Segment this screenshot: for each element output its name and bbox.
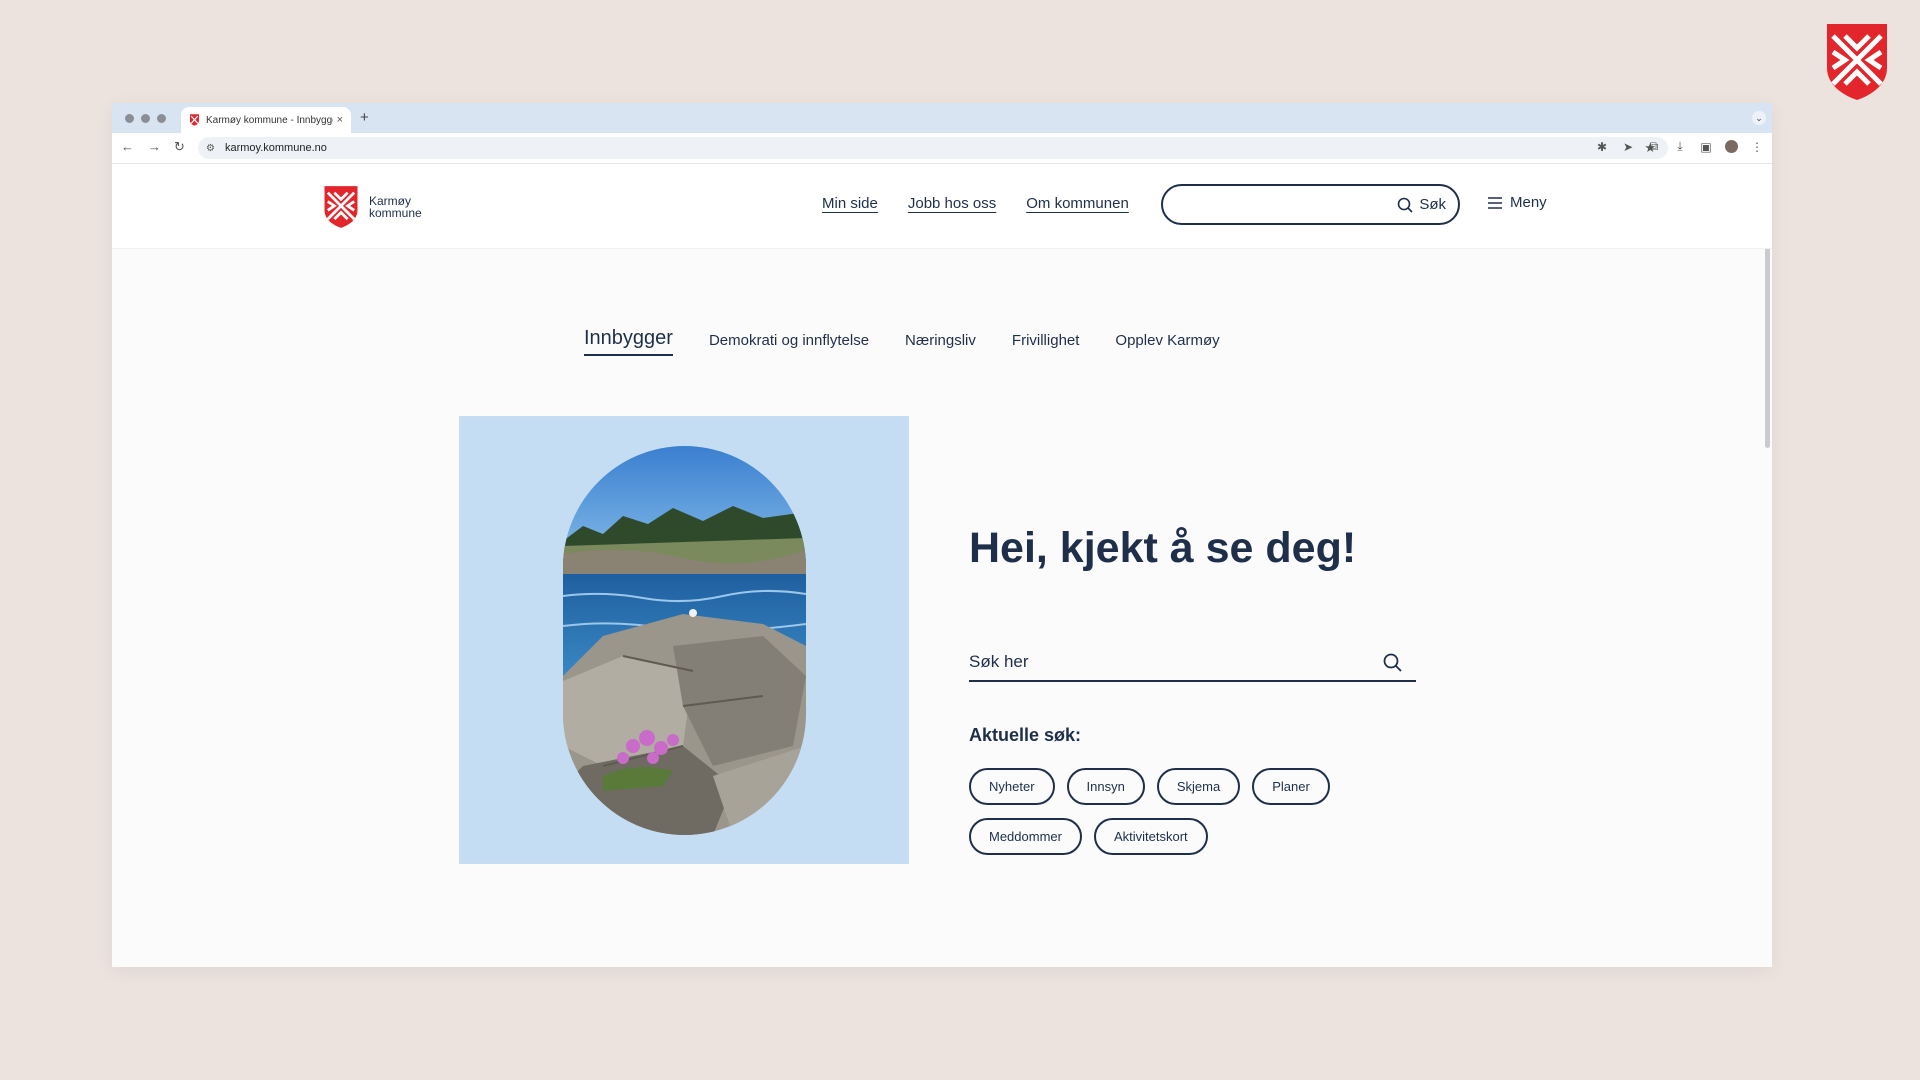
maximize-window-button[interactable]	[157, 114, 166, 123]
minimize-window-button[interactable]	[141, 114, 150, 123]
page-viewport: Karmøy kommune Min side Jobb hos oss Om …	[112, 164, 1772, 967]
top-navigation: Min side Jobb hos oss Om kommunen	[822, 195, 1129, 212]
browser-tab-active[interactable]: Karmøy kommune - Innbygger ×	[181, 107, 351, 133]
audience-tabs: Innbygger Demokrati og innflytelse Nærin…	[584, 327, 1220, 356]
close-window-button[interactable]	[125, 114, 134, 123]
chip-innsyn[interactable]: Innsyn	[1066, 768, 1145, 805]
extension-icon[interactable]: ✱	[1595, 140, 1609, 154]
coastal-rocks-photo	[563, 446, 806, 835]
tab-opplev-karmoy[interactable]: Opplev Karmøy	[1115, 332, 1219, 356]
tab-close-icon[interactable]: ×	[337, 114, 343, 126]
menu-button[interactable]: Meny	[1488, 194, 1547, 211]
profile-avatar[interactable]	[1725, 140, 1738, 153]
chip-planer[interactable]: Planer	[1252, 768, 1330, 805]
browser-toolbar: ← → ↻ ⚙ karmoy.kommune.no ★ ✱ ➤ ⧉ ⤓ ▣ ⋮	[112, 133, 1772, 164]
search-icon	[1398, 197, 1413, 213]
side-panel-icon[interactable]: ▣	[1699, 140, 1713, 154]
nav-link-om-kommunen[interactable]: Om kommunen	[1026, 195, 1129, 212]
cursor-extension-icon[interactable]: ➤	[1621, 140, 1635, 154]
main-search-input[interactable]: Søk her	[969, 644, 1416, 682]
url-text: karmoy.kommune.no	[224, 142, 327, 154]
tab-demokrati[interactable]: Demokrati og innflytelse	[709, 332, 869, 356]
browser-window: Karmøy kommune - Innbygger × + ⌄ ← → ↻ ⚙…	[112, 103, 1772, 967]
chip-meddommer[interactable]: Meddommer	[969, 818, 1082, 855]
chip-aktivitetskort[interactable]: Aktivitetskort	[1093, 818, 1208, 855]
tab-bar: Karmøy kommune - Innbygger × + ⌄	[112, 103, 1772, 133]
karmoy-coat-of-arms-icon	[1827, 24, 1887, 100]
download-icon[interactable]: ⤓	[1673, 139, 1687, 154]
header-search-input[interactable]: Søk	[1161, 184, 1460, 225]
nav-link-jobb-hos-oss[interactable]: Jobb hos oss	[908, 195, 996, 212]
tab-naeringsliv[interactable]: Næringsliv	[905, 332, 976, 356]
back-button[interactable]: ←	[121, 139, 134, 154]
new-tab-button[interactable]: +	[360, 109, 369, 126]
logo-wordmark: Karmøy kommune	[369, 195, 422, 219]
karmoy-logo-icon	[324, 186, 358, 228]
forward-button[interactable]: →	[148, 139, 161, 154]
hero-image-panel	[459, 416, 909, 864]
tab-title: Karmøy kommune - Innbygger	[206, 114, 333, 126]
window-controls[interactable]	[125, 114, 166, 123]
search-icon[interactable]	[1383, 653, 1402, 672]
more-options-icon[interactable]: ⋮	[1750, 140, 1764, 154]
main-search-placeholder: Søk her	[969, 652, 1029, 671]
hamburger-icon	[1488, 196, 1502, 209]
chip-nyheter[interactable]: Nyheter	[969, 768, 1055, 805]
greeting-heading: Hei, kjekt å se deg!	[969, 524, 1357, 572]
nav-link-min-side[interactable]: Min side	[822, 195, 878, 212]
popular-searches-heading: Aktuelle søk:	[969, 725, 1082, 745]
puzzle-extensions-icon[interactable]: ⧉	[1647, 139, 1661, 154]
chip-skjema[interactable]: Skjema	[1156, 768, 1241, 805]
tab-innbygger[interactable]: Innbygger	[584, 327, 673, 356]
site-header: Karmøy kommune Min side Jobb hos oss Om …	[112, 164, 1772, 249]
logo-line-2: kommune	[369, 206, 422, 220]
tab-frivillighet[interactable]: Frivillighet	[1012, 332, 1080, 356]
site-logo[interactable]: Karmøy kommune	[323, 185, 422, 229]
toolbar-icons: ✱ ➤ ⧉ ⤓ ▣ ⋮	[1595, 139, 1764, 154]
favicon-icon	[190, 114, 199, 126]
menu-label: Meny	[1510, 194, 1547, 211]
tab-search-chevron-icon[interactable]: ⌄	[1752, 111, 1766, 125]
reload-button[interactable]: ↻	[174, 139, 185, 155]
header-search-button-label[interactable]: Søk	[1419, 196, 1446, 213]
site-info-icon[interactable]: ⚙	[206, 143, 215, 154]
popular-search-chips: Nyheter Innsyn Skjema Planer Meddommer A…	[969, 768, 1389, 855]
address-bar[interactable]: ⚙ karmoy.kommune.no ★	[198, 137, 1668, 159]
